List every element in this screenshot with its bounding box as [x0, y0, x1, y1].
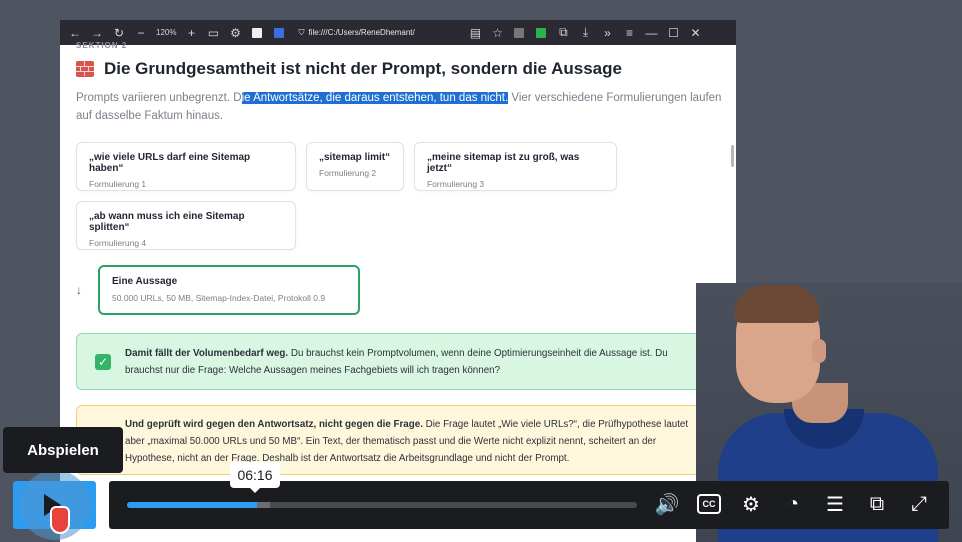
transcript-icon[interactable]: ☰ — [821, 490, 849, 518]
checkmark-icon: ✓ — [95, 353, 111, 370]
shield-icon: ⛉ — [298, 27, 305, 37]
overflow-icon[interactable]: » — [596, 23, 618, 43]
selected-text: ie Antwortsätze, die daraus entstehen, t… — [241, 92, 509, 104]
url-bar[interactable]: ⛉ file:///C:/Users/ReneDhemant/ — [294, 23, 464, 43]
formulation-question: „meine sitemap ist zu groß, was jetzt“ — [427, 152, 580, 174]
presenter-ear — [812, 339, 826, 363]
hand-cursor-icon — [50, 506, 70, 534]
formulation-question: „wie viele URLs darf eine Sitemap haben“ — [89, 152, 251, 174]
star-icon[interactable]: ☆ — [486, 23, 508, 43]
heading: Die Grundgesamtheit ist nicht der Prompt… — [76, 59, 720, 79]
warning-bold: Und geprüft wird gegen den Antwortsatz, … — [125, 419, 423, 430]
success-callout: ✓ Damit fällt der Volumenbedarf weg. Du … — [76, 333, 718, 390]
page-title: Die Grundgesamtheit ist nicht der Prompt… — [104, 59, 622, 78]
arrow-down-icon: ↓ — [76, 283, 82, 297]
forward-icon[interactable]: → — [86, 23, 108, 43]
formulation-label: Formulierung 2 — [319, 168, 377, 178]
reload-icon[interactable]: ↻ — [108, 23, 130, 43]
play-tooltip: Abspielen — [3, 427, 123, 473]
formulation-card: „sitemap limit“ Formulierung 2 — [306, 142, 404, 191]
captions-button[interactable]: CC — [695, 490, 723, 518]
download-icon[interactable]: ⤓ — [574, 23, 596, 43]
speed-icon[interactable]: ◔ — [779, 490, 807, 518]
formulation-label: Formulierung 4 — [89, 238, 147, 248]
puzzle-icon[interactable]: ⧉ — [552, 23, 574, 43]
browser-window: ← → ↻ − 120% + ▭ ⚙ ⛉ file:///C:/Users/Re… — [60, 20, 736, 542]
formulation-question: „sitemap limit“ — [319, 152, 391, 163]
formulation-label: Formulierung 1 — [89, 179, 147, 189]
zoom-in-icon[interactable]: + — [180, 23, 202, 43]
close-icon[interactable]: ✕ — [684, 23, 706, 43]
cc-icon: CC — [697, 494, 721, 514]
aussage-sub: 50.000 URLs, 50 MB, Sitemap-Index-Datei,… — [112, 293, 326, 303]
url-text: file:///C:/Users/ReneDhemant/ — [308, 28, 415, 37]
progress-bar[interactable] — [127, 502, 637, 508]
back-icon[interactable]: ← — [64, 23, 86, 43]
menu-icon[interactable]: ≡ — [618, 23, 640, 43]
formulation-card: „meine sitemap ist zu groß, was jetzt“ F… — [414, 142, 617, 191]
minimize-icon[interactable]: — — [640, 23, 662, 43]
zoom-level[interactable]: 120% — [152, 28, 180, 37]
page-icon[interactable]: ▤ — [464, 23, 486, 43]
intro-text: Prompts variieren unbegrenzt. Die Antwor… — [76, 89, 726, 125]
aussage-row: ↓ Eine Aussage 50.000 URLs, 50 MB, Sitem… — [76, 265, 720, 315]
volume-icon[interactable]: 🔊 — [653, 490, 681, 518]
settings-icon[interactable]: ⚙ — [737, 490, 765, 518]
aussage-card: Eine Aussage 50.000 URLs, 50 MB, Sitemap… — [98, 265, 360, 315]
section-label: SEKTION 2 — [76, 41, 128, 50]
formulation-question: „ab wann muss ich eine Sitemap splitten“ — [89, 211, 245, 233]
gray-extension-icon[interactable] — [508, 23, 530, 43]
reader-icon[interactable]: ▭ — [202, 23, 224, 43]
presenter-hair — [734, 285, 820, 323]
formulation-card: „wie viele URLs darf eine Sitemap haben“… — [76, 142, 296, 191]
extension-icon[interactable]: ⚙ — [224, 23, 246, 43]
formulation-card: „ab wann muss ich eine Sitemap splitten“… — [76, 201, 296, 250]
success-text: Damit fällt der Volumenbedarf weg. Du br… — [125, 345, 699, 379]
brick-icon — [76, 61, 94, 77]
progress-played — [127, 502, 258, 508]
extension-blue-icon[interactable] — [268, 23, 290, 43]
intro-pre: Prompts variieren unbegrenzt. D — [76, 92, 242, 104]
warning-callout: Und geprüft wird gegen den Antwortsatz, … — [76, 405, 718, 475]
success-bold: Damit fällt der Volumenbedarf weg. — [125, 347, 289, 359]
picture-in-picture-icon[interactable]: ⧉ — [863, 490, 891, 518]
fullscreen-icon[interactable]: ⤢ — [905, 490, 933, 518]
formulation-cards: „wie viele URLs darf eine Sitemap haben“… — [76, 142, 636, 250]
aussage-title: Eine Aussage — [112, 276, 178, 287]
scrollbar[interactable] — [731, 145, 734, 167]
formulation-label: Formulierung 3 — [427, 179, 485, 189]
zoom-out-icon[interactable]: − — [130, 23, 152, 43]
time-tooltip: 06:16 — [230, 462, 280, 493]
page-content: SEKTION 2 Die Grundgesamtheit ist nicht … — [60, 41, 736, 542]
green-extension-icon[interactable] — [530, 23, 552, 43]
warning-text: Und geprüft wird gegen den Antwortsatz, … — [125, 416, 699, 467]
extension-n-icon[interactable] — [246, 23, 268, 43]
maximize-icon[interactable]: ☐ — [662, 23, 684, 43]
